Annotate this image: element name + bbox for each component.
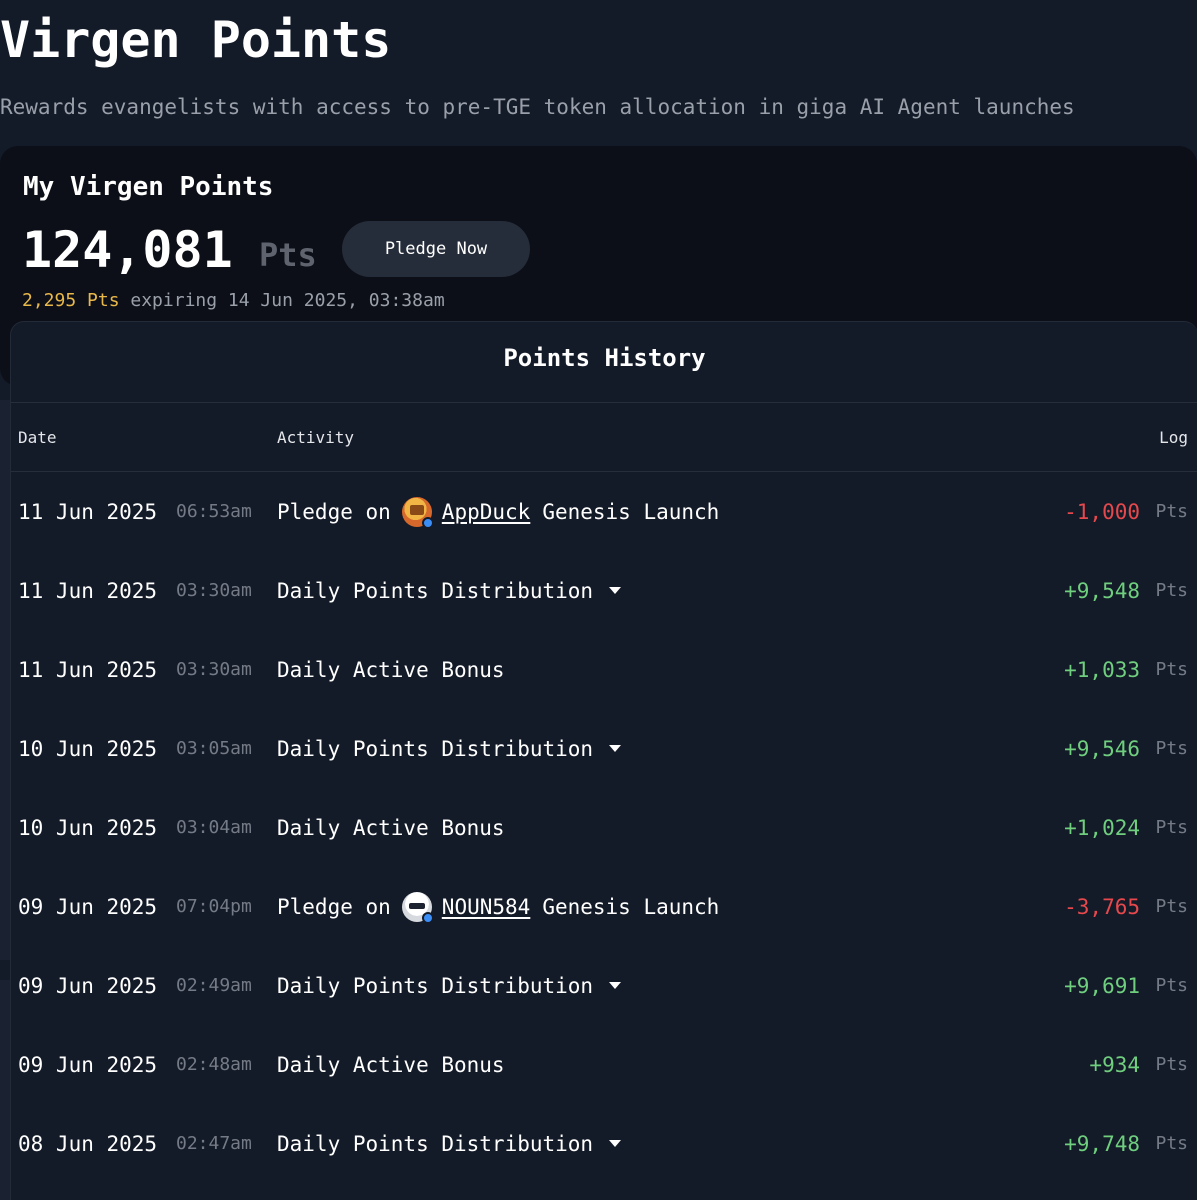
row-time: 02:49am [176,975,252,996]
history-row: 09 Jun 2025 07:04pm Pledge on NOUN584 Genesi… [11,867,1197,946]
duck-avatar [401,496,434,529]
history-row: 09 Jun 2025 02:48am Daily Active Bonus +934… [11,1025,1197,1104]
history-row: 09 Jun 2025 02:49am Daily Points Distribut… [11,946,1197,1025]
row-date: 11 Jun 2025 [18,657,158,682]
chevron-down-icon[interactable] [609,745,622,752]
row-log-value: -1,000 [1064,499,1140,524]
row-log-unit: Pts [1155,896,1188,917]
history-row: 08 Jun 2025 02:47am Daily Points Distribut… [11,1104,1197,1183]
page: Virgen Points Rewards evangelists with a… [0,0,1197,1200]
row-activity: Daily Active Bonus [277,630,505,709]
activity-label: Daily Points Distribution [277,736,594,761]
expiring-text: expiring 14 Jun 2025, 03:38am [119,290,445,311]
noun-avatar [401,891,434,924]
row-time: 06:53am [176,501,252,522]
row-time: 03:30am [176,580,252,601]
row-date: 11 Jun 2025 [18,499,158,524]
row-log-value: +1,024 [1064,815,1140,840]
history-row: 11 Jun 2025 03:30am Daily Active Bonus +1,0… [11,630,1197,709]
row-time: 03:04am [176,817,252,838]
divider [11,402,1197,403]
row-log-unit: Pts [1155,817,1188,838]
row-date: 10 Jun 2025 [18,736,158,761]
row-activity: Daily Points Distribution [277,551,622,630]
row-time: 02:47am [176,1133,252,1154]
chevron-down-icon[interactable] [609,587,622,594]
points-unit: Pts [259,236,317,274]
row-time: 03:05am [176,738,252,759]
column-header-date: Date [18,428,57,447]
pledge-now-button[interactable]: Pledge Now [342,221,530,277]
activity-suffix: Genesis Launch [542,894,720,919]
row-log-unit: Pts [1155,1133,1188,1154]
row-log-value: -3,765 [1064,894,1140,919]
row-activity: Daily Active Bonus [277,1025,505,1104]
project-link[interactable]: NOUN584 [442,895,531,919]
activity-label: Daily Points Distribution [277,973,594,998]
activity-prefix: Pledge on [277,499,391,524]
row-date: 10 Jun 2025 [18,815,158,840]
activity-suffix: Genesis Launch [542,499,720,524]
expiring-amount: 2,295 Pts [22,290,120,311]
page-title: Virgen Points [0,11,392,69]
page-subtitle: Rewards evangelists with access to pre-T… [0,95,1075,119]
row-log-value: +9,546 [1064,736,1140,761]
row-date: 08 Jun 2025 [18,1131,158,1156]
column-header-log: Log [1159,428,1188,447]
activity-label: Daily Active Bonus [277,815,505,840]
activity-label: Daily Points Distribution [277,1131,594,1156]
points-history-panel: Points History Date Activity Log 11 Jun … [10,321,1197,1200]
row-log-unit: Pts [1155,501,1188,522]
row-log-unit: Pts [1155,659,1188,680]
row-activity: Daily Points Distribution [277,1104,622,1183]
row-date: 09 Jun 2025 [18,973,158,998]
row-log-unit: Pts [1155,580,1188,601]
row-log-unit: Pts [1155,975,1188,996]
activity-prefix: Pledge on [277,894,391,919]
row-activity: Daily Points Distribution [277,946,622,1025]
points-balance: 124,081 [22,221,233,279]
avatar-art [408,902,425,909]
row-activity: Daily Points Distribution [277,709,622,788]
row-time: 07:04pm [176,896,252,917]
verified-badge-icon [421,911,434,924]
activity-label: Daily Active Bonus [277,657,505,682]
row-date: 11 Jun 2025 [18,578,158,603]
row-activity: Pledge on NOUN584 Genesis Launch [277,867,719,946]
project-link[interactable]: AppDuck [442,500,531,524]
row-log-value: +9,748 [1064,1131,1140,1156]
row-log-value: +934 [1089,1052,1140,1077]
row-log-value: +9,548 [1064,578,1140,603]
history-row: 11 Jun 2025 06:53am Pledge on AppDuck Genesi… [11,472,1197,551]
history-row: 11 Jun 2025 03:30am Daily Points Distribut… [11,551,1197,630]
avatar-art [409,504,424,515]
row-activity: Pledge on AppDuck Genesis Launch [277,472,719,551]
history-title: Points History [503,344,706,372]
chevron-down-icon[interactable] [609,982,622,989]
activity-label: Daily Points Distribution [277,578,594,603]
column-header-activity: Activity [277,428,355,447]
row-date: 09 Jun 2025 [18,894,158,919]
row-log-value: +9,691 [1064,973,1140,998]
row-time: 03:30am [176,659,252,680]
row-activity: Daily Active Bonus [277,788,505,867]
history-row: 10 Jun 2025 03:04am Daily Active Bonus +1,0… [11,788,1197,867]
history-row: 10 Jun 2025 03:05am Daily Points Distribut… [11,709,1197,788]
row-time: 02:48am [176,1054,252,1075]
verified-badge-icon [421,516,434,529]
row-log-unit: Pts [1155,1054,1188,1075]
row-date: 09 Jun 2025 [18,1052,158,1077]
activity-label: Daily Active Bonus [277,1052,505,1077]
card-title: My Virgen Points [23,172,274,202]
row-log-unit: Pts [1155,738,1188,759]
expiry-notice: 2,295 Pts expiring 14 Jun 2025, 03:38am [22,290,445,311]
row-log-value: +1,033 [1064,657,1140,682]
chevron-down-icon[interactable] [609,1140,622,1147]
